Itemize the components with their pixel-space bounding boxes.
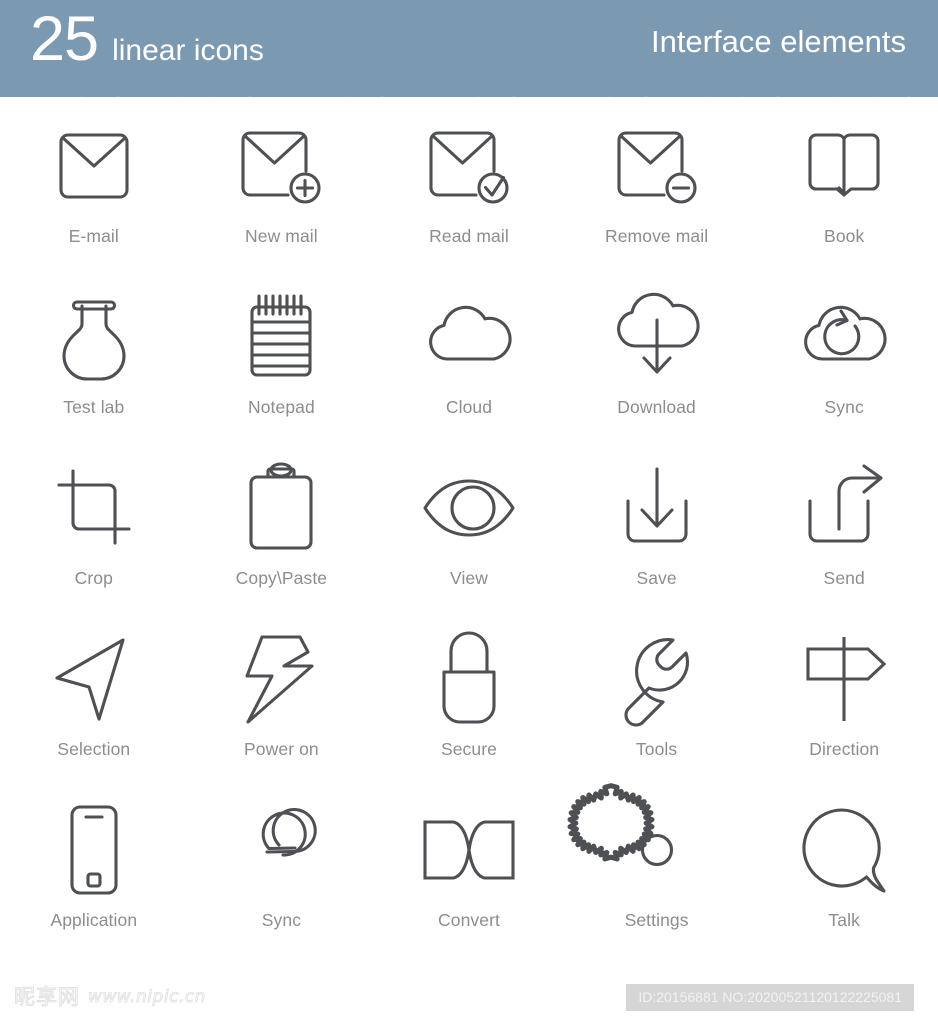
icon-cell-tools[interactable]: Tools	[563, 625, 751, 796]
icon-cell-direction[interactable]: Direction	[750, 625, 938, 796]
icon-cell-cloud-sync[interactable]: Sync	[750, 283, 938, 454]
image-id-band: ID:20156881 NO:20200521120122225081	[626, 984, 914, 1011]
icon-label: Tools	[635, 739, 678, 759]
icon-label: Notepad	[247, 397, 315, 417]
wrench-icon	[602, 625, 712, 733]
gear-icon	[567, 783, 712, 904]
header-right-title: Interface elements	[650, 24, 906, 59]
flask-icon	[39, 283, 149, 391]
infinity-loop-icon	[226, 796, 336, 904]
icon-label: Sync	[824, 397, 864, 417]
icon-label: Crop	[74, 568, 113, 588]
icon-cell-copy-paste[interactable]: Copy\Paste	[188, 454, 376, 625]
cloud-sync-icon	[789, 283, 899, 391]
icon-cell-selection[interactable]: Selection	[0, 625, 188, 796]
icon-label: Selection	[57, 739, 131, 759]
icon-cell-email[interactable]: E-mail	[0, 112, 188, 283]
watermark-logo-text: 昵享网	[14, 985, 80, 1009]
icon-label: Save	[636, 568, 677, 588]
crop-icon	[39, 454, 149, 562]
cursor-arrow-icon	[39, 625, 149, 733]
save-download-tray-icon	[602, 454, 712, 562]
icon-cell-send[interactable]: Send	[750, 454, 938, 625]
icon-cell-read-mail[interactable]: Read mail	[375, 112, 563, 283]
clipboard-icon	[226, 454, 336, 562]
cloud-download-icon	[602, 283, 712, 391]
lightning-bolt-icon	[226, 625, 336, 733]
icon-label: E-mail	[68, 226, 119, 246]
icon-label: Read mail	[429, 226, 509, 246]
open-book-icon	[789, 112, 899, 220]
notepad-icon	[226, 283, 336, 391]
icon-label: View	[449, 568, 488, 588]
bowtie-convert-icon	[414, 796, 524, 904]
envelope-check-icon	[414, 112, 524, 220]
icon-cell-remove-mail[interactable]: Remove mail	[563, 112, 751, 283]
icon-cell-power-on[interactable]: Power on	[188, 625, 376, 796]
icon-cell-save[interactable]: Save	[563, 454, 751, 625]
icon-cell-book[interactable]: Book	[750, 112, 938, 283]
icon-label: Download	[617, 397, 696, 417]
icon-label: New mail	[245, 226, 318, 246]
eye-icon	[414, 454, 524, 562]
torn-paper-edge-icon	[0, 96, 938, 106]
icon-cell-test-lab[interactable]: Test lab	[0, 283, 188, 454]
icon-label: Talk	[828, 910, 860, 930]
icon-label: Copy\Paste	[235, 568, 328, 588]
icon-label: Convert	[438, 910, 500, 930]
speech-bubble-icon	[789, 796, 899, 904]
icon-cell-crop[interactable]: Crop	[0, 454, 188, 625]
smartphone-icon	[39, 796, 149, 904]
icon-count-caption: linear icons	[112, 34, 264, 67]
icon-count: 25	[30, 4, 99, 74]
icon-cell-download[interactable]: Download	[563, 283, 751, 454]
icon-label: Test lab	[63, 397, 125, 417]
icon-cell-settings[interactable]: Settings	[563, 783, 751, 967]
icon-grid: E-mail New mail Read mail Remove mail Bo…	[0, 112, 938, 967]
header-content: 25 linear icons Interface elements	[0, 0, 938, 97]
icon-cell-view[interactable]: View	[375, 454, 563, 625]
header-banner: 25 linear icons Interface elements	[0, 0, 938, 106]
padlock-icon	[414, 625, 524, 733]
envelope-icon	[39, 112, 149, 220]
icon-cell-sync[interactable]: Sync	[188, 796, 376, 967]
icon-label: Power on	[244, 739, 319, 759]
cloud-icon	[414, 283, 524, 391]
watermark: 昵享网 www.nipic.cn	[14, 985, 206, 1009]
envelope-minus-icon	[602, 112, 712, 220]
icon-cell-new-mail[interactable]: New mail	[188, 112, 376, 283]
icon-cell-convert[interactable]: Convert	[375, 796, 563, 967]
icon-label: Cloud	[445, 397, 493, 417]
send-share-icon	[789, 454, 899, 562]
icon-label: Direction	[809, 739, 880, 759]
icon-label: Application	[50, 910, 138, 930]
icon-label: Book	[824, 226, 865, 246]
icon-label: Secure	[440, 739, 498, 759]
icon-cell-talk[interactable]: Talk	[750, 796, 938, 967]
icon-cell-notepad[interactable]: Notepad	[188, 283, 376, 454]
icon-cell-cloud[interactable]: Cloud	[375, 283, 563, 454]
header-left-title: 25 linear icons	[30, 8, 264, 71]
watermark-url-text: www.nipic.cn	[88, 987, 206, 1007]
icon-label: Sync	[261, 910, 302, 930]
icon-label: Settings	[624, 910, 689, 930]
icon-cell-application[interactable]: Application	[0, 796, 188, 967]
footer: 昵享网 www.nipic.cn ID:20156881 NO:20200521…	[0, 984, 938, 1024]
envelope-plus-icon	[226, 112, 336, 220]
icon-label: Send	[823, 568, 865, 588]
icon-cell-secure[interactable]: Secure	[375, 625, 563, 796]
icon-label: Remove mail	[604, 226, 709, 246]
signpost-icon	[789, 625, 899, 733]
